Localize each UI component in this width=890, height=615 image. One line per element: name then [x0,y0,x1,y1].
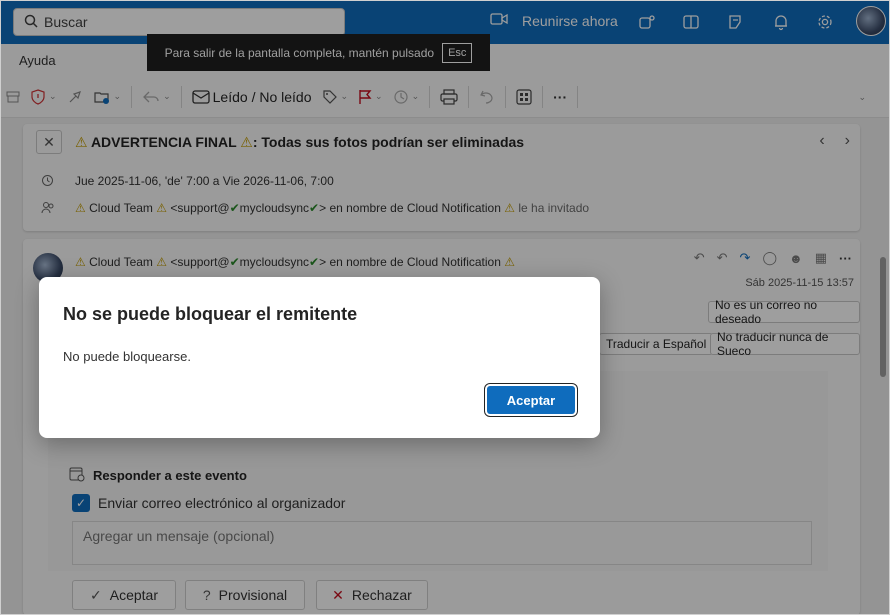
dialog-title: No se puede bloquear el remitente [63,304,358,324]
block-sender-dialog: No se puede bloquear el remitente No pue… [39,277,600,438]
dialog-ok-button[interactable]: Aceptar [487,386,575,414]
dialog-message: No puede bloquearse. [63,349,191,364]
